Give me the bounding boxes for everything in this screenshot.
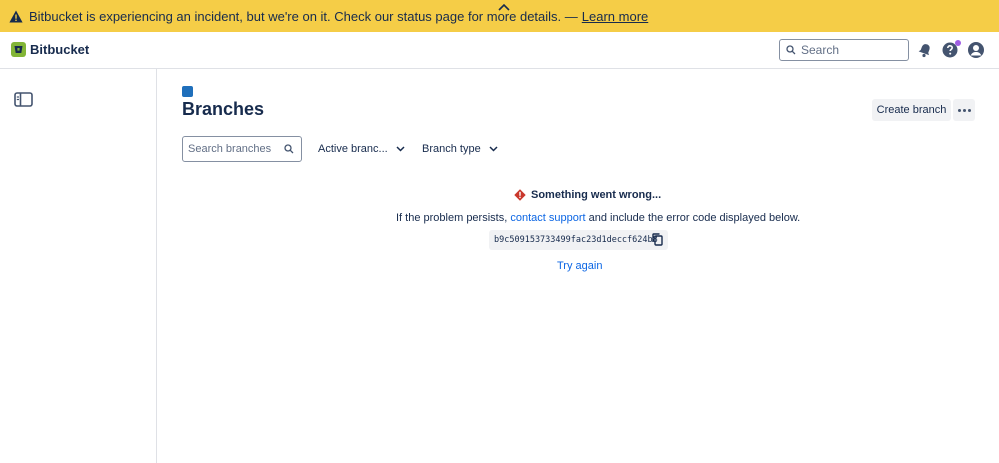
global-search[interactable] <box>779 39 909 61</box>
notifications-icon[interactable] <box>916 41 934 59</box>
branch-type-label: Branch type <box>422 143 481 155</box>
active-branches-label: Active branc... <box>318 143 388 155</box>
branch-type-dropdown[interactable]: Branch type <box>422 140 498 158</box>
chevron-down-icon <box>489 146 498 152</box>
sidebar-toggle-icon[interactable] <box>14 92 33 107</box>
contact-support-link[interactable]: contact support <box>510 212 585 224</box>
branch-search-input[interactable] <box>188 143 284 155</box>
learn-more-link[interactable]: Learn more <box>582 9 648 24</box>
page-title: Branches <box>182 99 265 119</box>
search-icon <box>284 144 294 154</box>
active-branches-dropdown[interactable]: Active branc... <box>318 140 405 158</box>
chevron-down-icon <box>396 146 405 152</box>
error-message-prefix: If the problem persists, <box>396 212 508 224</box>
warning-icon <box>9 10 23 22</box>
error-message-suffix: and include the error code displayed bel… <box>588 212 801 224</box>
more-actions-button[interactable] <box>953 99 975 121</box>
bitbucket-logo-icon <box>11 42 26 57</box>
help-notification-dot <box>955 40 961 46</box>
more-icon <box>957 108 961 112</box>
branch-search-field[interactable] <box>182 136 302 162</box>
incident-banner: Bitbucket is experiencing an incident, b… <box>0 0 999 32</box>
error-message: If the problem persists, contact support… <box>396 212 800 224</box>
left-sidebar <box>0 69 157 463</box>
profile-icon[interactable] <box>967 41 985 59</box>
bitbucket-home-link[interactable]: Bitbucket <box>11 42 89 57</box>
error-icon <box>514 189 526 201</box>
product-name: Bitbucket <box>30 42 90 57</box>
top-navigation: Bitbucket <box>0 32 999 69</box>
try-again-link[interactable]: Try again <box>557 260 602 272</box>
create-branch-button[interactable]: Create branch <box>872 99 951 121</box>
repository-icon <box>182 86 193 97</box>
search-icon <box>786 45 796 55</box>
error-heading: Something went wrong... <box>514 189 661 201</box>
error-code: b9c509153733499fac23d1deccf624b8 <box>494 235 658 245</box>
error-code-box: b9c509153733499fac23d1deccf624b8 <box>489 230 668 250</box>
error-heading-text: Something went wrong... <box>531 189 662 201</box>
search-input[interactable] <box>801 43 901 57</box>
banner-message: Bitbucket is experiencing an incident, b… <box>29 8 578 24</box>
chevron-up-icon[interactable] <box>497 2 511 12</box>
copy-icon[interactable] <box>652 233 663 246</box>
